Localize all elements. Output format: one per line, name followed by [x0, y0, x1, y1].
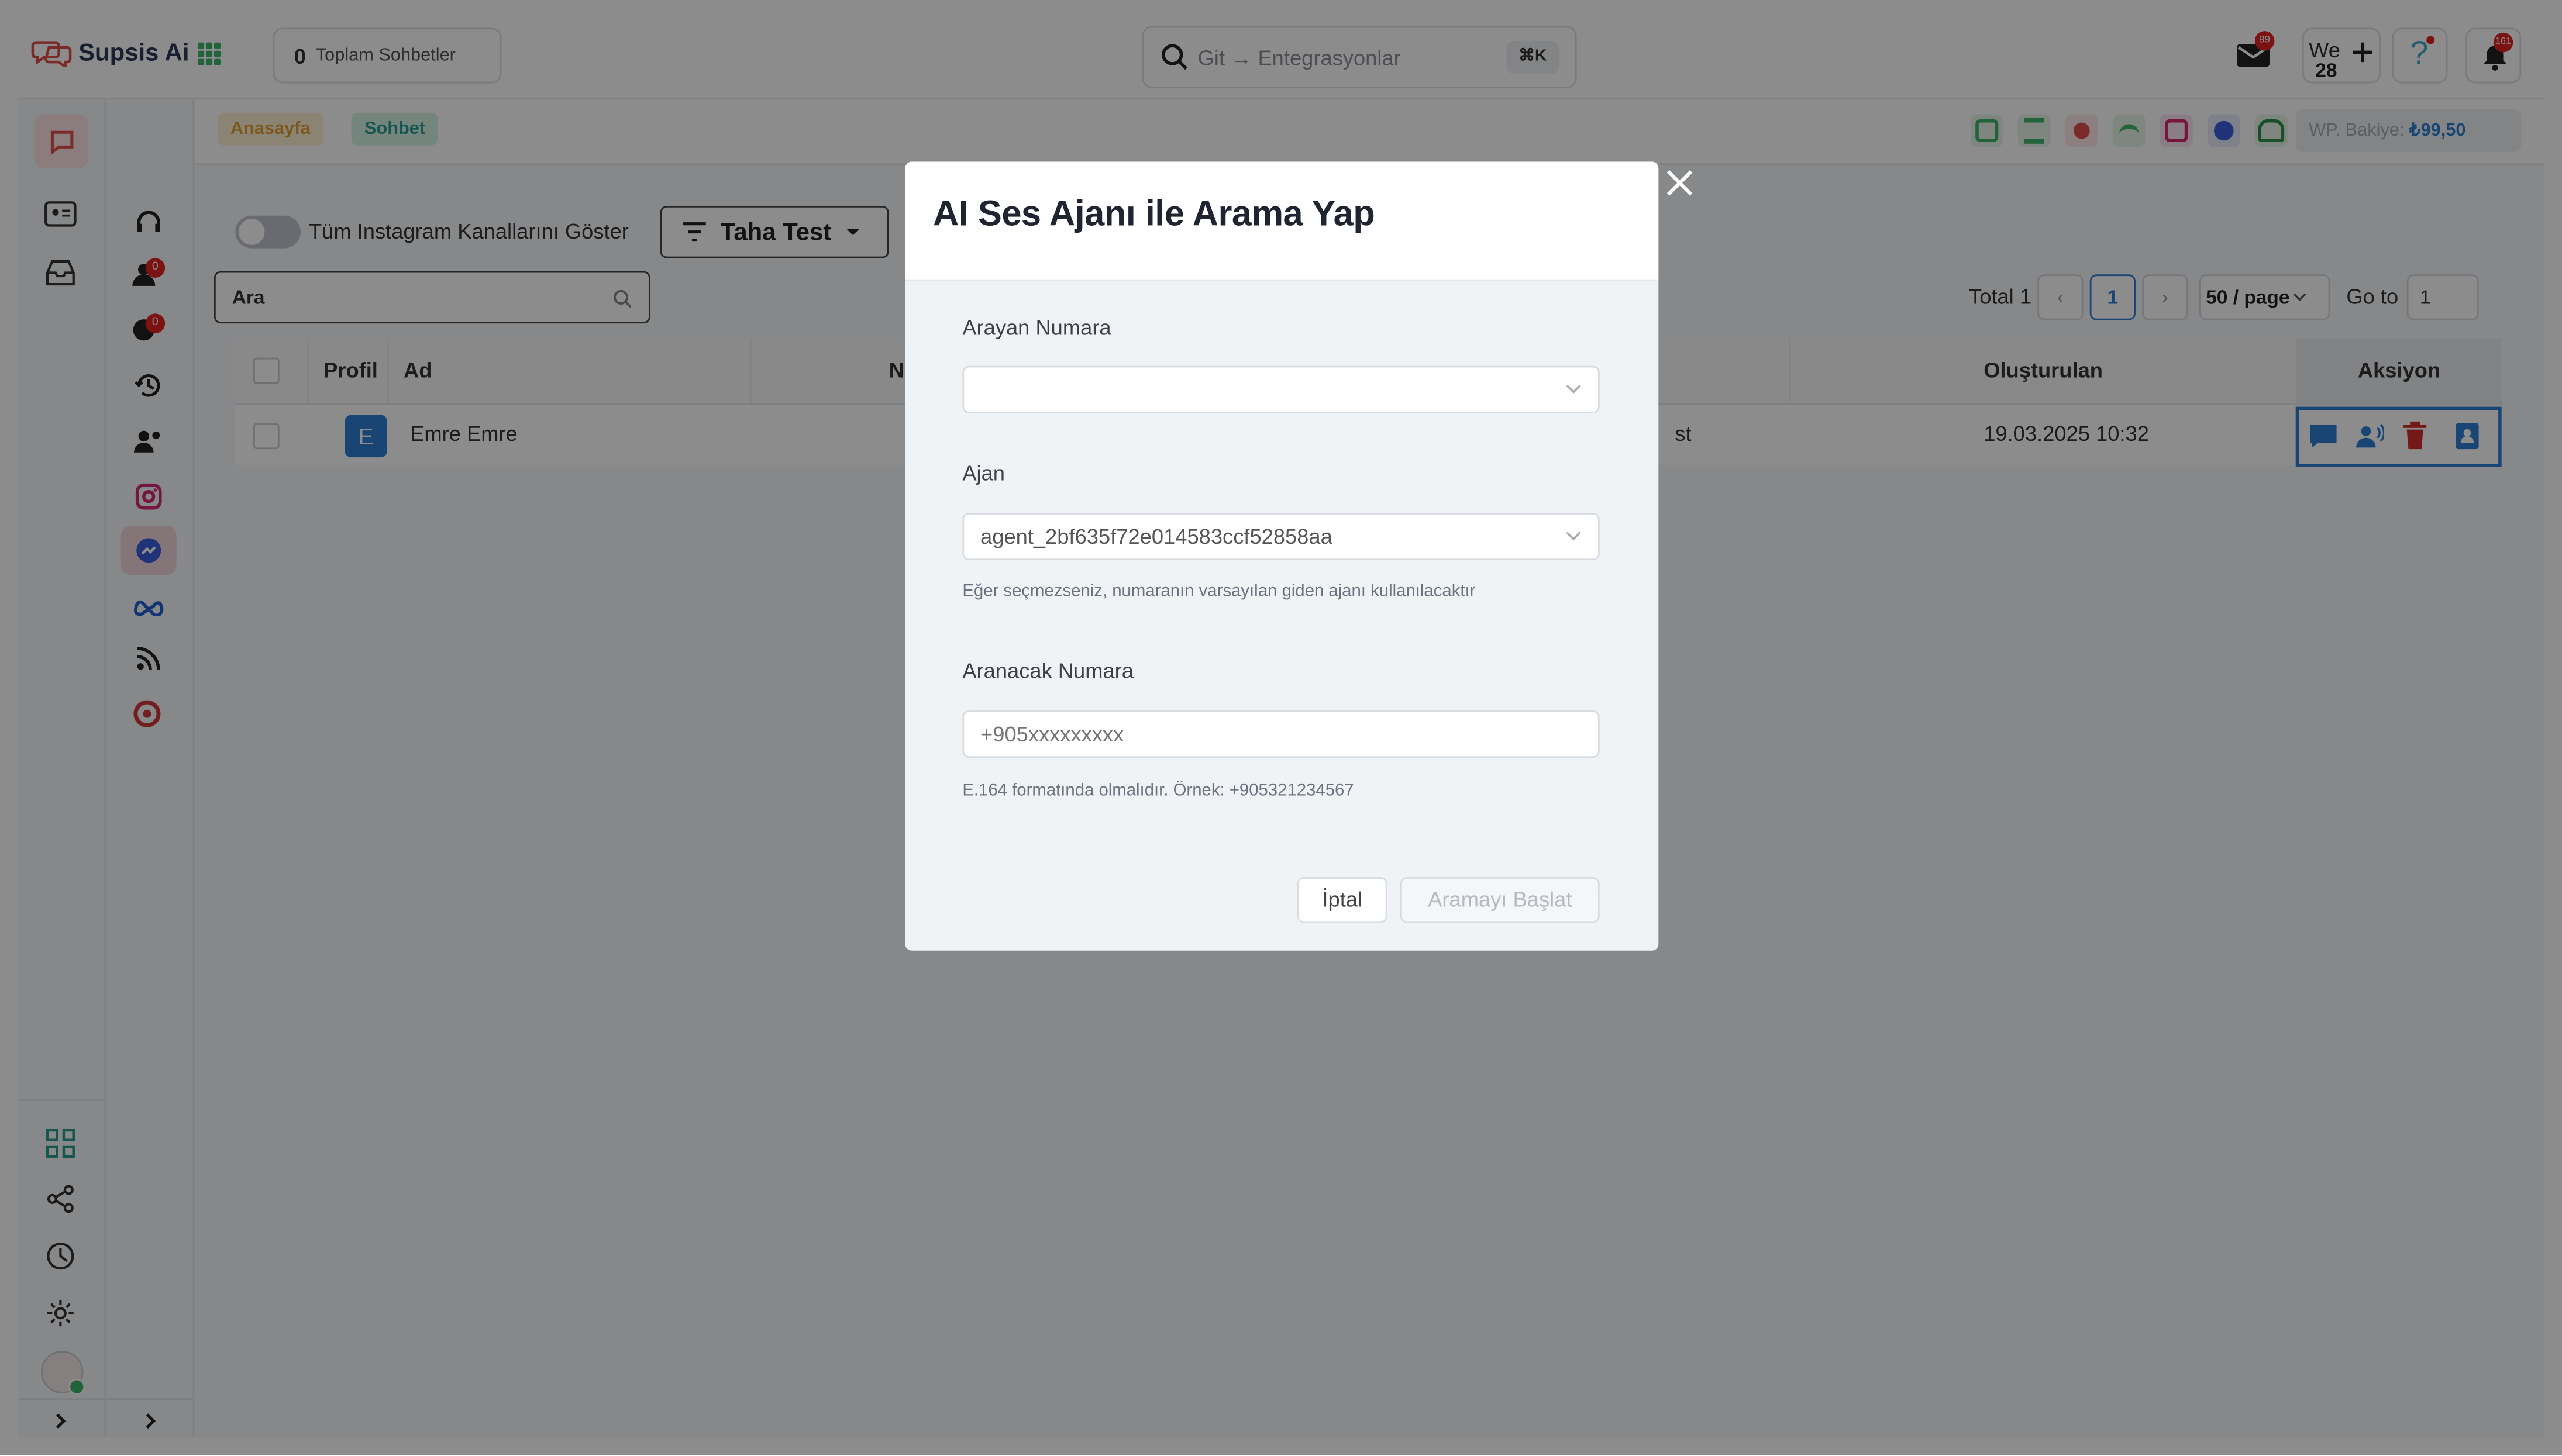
target-number-hint: E.164 formatında olmalıdır. Örnek: +9053…: [962, 781, 1354, 801]
chevron-down-icon: [1566, 532, 1581, 541]
modal-title: AI Ses Ajanı ile Arama Yap: [933, 192, 1375, 234]
agent-hint: Eğer seçmezseniz, numaranın varsayılan g…: [962, 581, 1476, 601]
cancel-button[interactable]: İptal: [1297, 877, 1387, 923]
agent-select[interactable]: agent_2bf635f72e014583ccf52858aa: [962, 513, 1600, 561]
caller-number-label: Arayan Numara: [962, 315, 1111, 340]
target-number-label: Aranacak Numara: [962, 658, 1134, 683]
start-call-button[interactable]: Aramayı Başlat: [1400, 877, 1600, 923]
caller-number-select[interactable]: [962, 365, 1600, 413]
modal-header: AI Ses Ajanı ile Arama Yap: [905, 161, 1659, 281]
agent-label: Ajan: [962, 460, 1005, 485]
ai-call-modal: AI Ses Ajanı ile Arama Yap Arayan Numara…: [905, 161, 1659, 951]
agent-value: agent_2bf635f72e014583ccf52858aa: [980, 524, 1332, 549]
app-root: Supsis Ai 0 Toplam Sohbetler Git → Enteg…: [0, 0, 2562, 1455]
target-number-input[interactable]: [962, 710, 1600, 758]
close-icon[interactable]: [1662, 165, 1697, 201]
chevron-down-icon: [1566, 384, 1581, 394]
